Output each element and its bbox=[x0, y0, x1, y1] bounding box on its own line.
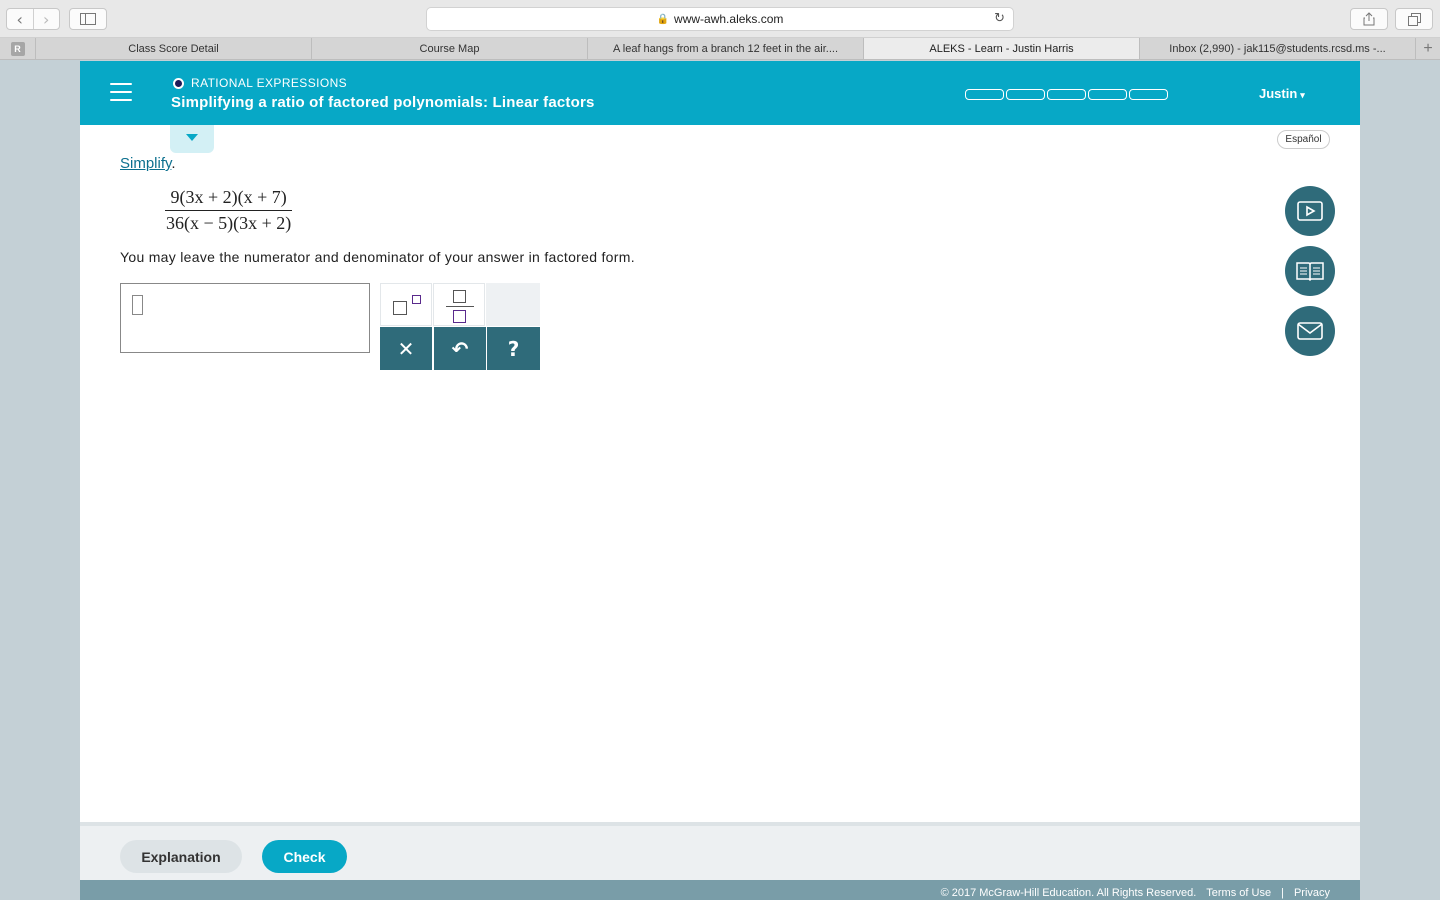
sidebar-toggle-icon[interactable] bbox=[69, 8, 107, 30]
answer-input[interactable] bbox=[120, 283, 370, 353]
favicon-icon: R bbox=[10, 41, 25, 56]
lesson-title: Simplifying a ratio of factored polynomi… bbox=[171, 94, 595, 111]
fraction-top-icon bbox=[453, 290, 466, 303]
video-button[interactable] bbox=[1285, 186, 1335, 236]
clear-button[interactable]: ✕ bbox=[380, 327, 432, 370]
progress-segment bbox=[1006, 89, 1045, 100]
undo-button[interactable]: ↶ bbox=[434, 327, 486, 370]
fraction-denominator: 36(x − 5)(3x + 2) bbox=[166, 213, 292, 233]
exponent-power-icon bbox=[412, 295, 421, 304]
exponent-button[interactable] bbox=[380, 283, 432, 326]
chevron-down-icon bbox=[186, 133, 198, 141]
check-button[interactable]: Check bbox=[262, 840, 347, 873]
prompt-punctuation: . bbox=[171, 155, 176, 172]
fraction-button[interactable] bbox=[433, 283, 485, 326]
mail-icon bbox=[1297, 322, 1323, 340]
tab-leaf-problem[interactable]: A leaf hangs from a branch 12 feet in th… bbox=[588, 38, 864, 59]
footer-separator: | bbox=[1281, 887, 1284, 899]
keypad-blank bbox=[486, 283, 540, 326]
topic-status-icon bbox=[173, 77, 184, 89]
lesson-header: RATIONAL EXPRESSIONS Simplifying a ratio… bbox=[80, 61, 1360, 125]
explanation-button[interactable]: Explanation bbox=[120, 840, 242, 873]
forward-icon[interactable]: › bbox=[32, 9, 60, 29]
browser-toolbar: ‹ › 🔒 www-awh.aleks.com ↻ bbox=[0, 0, 1440, 38]
help-button[interactable]: ? bbox=[487, 327, 540, 370]
back-icon[interactable]: ‹ bbox=[7, 9, 33, 29]
topic-dropdown-toggle[interactable] bbox=[170, 125, 214, 153]
nav-buttons: ‹ › bbox=[6, 8, 60, 30]
progress-segment bbox=[1088, 89, 1127, 100]
address-bar[interactable]: 🔒 www-awh.aleks.com ↻ bbox=[426, 7, 1014, 31]
copyright-bar: © 2017 McGraw-Hill Education. All Rights… bbox=[80, 880, 1360, 900]
input-placeholder-box bbox=[132, 295, 143, 315]
reload-icon[interactable]: ↻ bbox=[994, 11, 1005, 26]
user-name: Justin bbox=[1259, 86, 1298, 101]
video-play-icon bbox=[1297, 201, 1323, 221]
progress-segment bbox=[1047, 89, 1086, 100]
url-text: www-awh.aleks.com bbox=[674, 12, 784, 26]
problem-instruction: You may leave the numerator and denomina… bbox=[120, 249, 635, 265]
problem-fraction: 9(3x + 2)(x + 7) 36(x − 5)(3x + 2) bbox=[162, 187, 295, 234]
simplify-link[interactable]: Simplify bbox=[120, 155, 171, 172]
progress-segment bbox=[1129, 89, 1168, 100]
fraction-bottom-icon bbox=[453, 310, 466, 323]
tab-aleks-learn[interactable]: ALEKS - Learn - Justin Harris bbox=[864, 38, 1140, 59]
progress-segment bbox=[965, 89, 1004, 100]
fraction-line-icon bbox=[446, 306, 474, 307]
progress-bar bbox=[965, 89, 1168, 100]
tab-course-map[interactable]: Course Map bbox=[312, 38, 588, 59]
lock-icon: 🔒 bbox=[656, 13, 670, 25]
menu-icon[interactable] bbox=[110, 83, 132, 101]
tab-class-score[interactable]: Class Score Detail bbox=[36, 38, 312, 59]
language-button[interactable]: Español bbox=[1277, 130, 1330, 149]
tab-bar: R Class Score Detail Course Map A leaf h… bbox=[0, 38, 1440, 60]
help-icon: ? bbox=[507, 336, 520, 361]
problem-prompt: Simplify. bbox=[120, 155, 176, 172]
tabs-overview-icon[interactable] bbox=[1395, 8, 1433, 30]
clear-icon: ✕ bbox=[397, 336, 415, 361]
caret-down-icon: ▾ bbox=[1300, 90, 1305, 100]
aleks-page: RATIONAL EXPRESSIONS Simplifying a ratio… bbox=[80, 61, 1360, 900]
exponent-base-icon bbox=[393, 301, 407, 315]
terms-link[interactable]: Terms of Use bbox=[1206, 887, 1271, 899]
new-tab-button[interactable]: + bbox=[1416, 38, 1440, 59]
ebook-button[interactable] bbox=[1285, 246, 1335, 296]
pinned-tab[interactable]: R bbox=[0, 38, 36, 59]
action-bar: Explanation Check bbox=[80, 822, 1360, 880]
share-icon[interactable] bbox=[1350, 8, 1388, 30]
tab-inbox[interactable]: Inbox (2,990) - jak115@students.rcsd.ms … bbox=[1140, 38, 1416, 59]
topic-row: RATIONAL EXPRESSIONS bbox=[173, 76, 347, 90]
topic-label: RATIONAL EXPRESSIONS bbox=[191, 76, 348, 90]
math-keypad: ✕ ↶ ? bbox=[380, 283, 540, 370]
book-icon bbox=[1296, 262, 1324, 281]
fraction-numerator: 9(3x + 2)(x + 7) bbox=[170, 187, 287, 207]
copyright-text: © 2017 McGraw-Hill Education. All Rights… bbox=[940, 887, 1197, 899]
user-menu[interactable]: Justin ▾ bbox=[1259, 86, 1305, 101]
privacy-link[interactable]: Privacy bbox=[1294, 887, 1330, 899]
message-button[interactable] bbox=[1285, 306, 1335, 356]
undo-icon: ↶ bbox=[451, 336, 469, 361]
